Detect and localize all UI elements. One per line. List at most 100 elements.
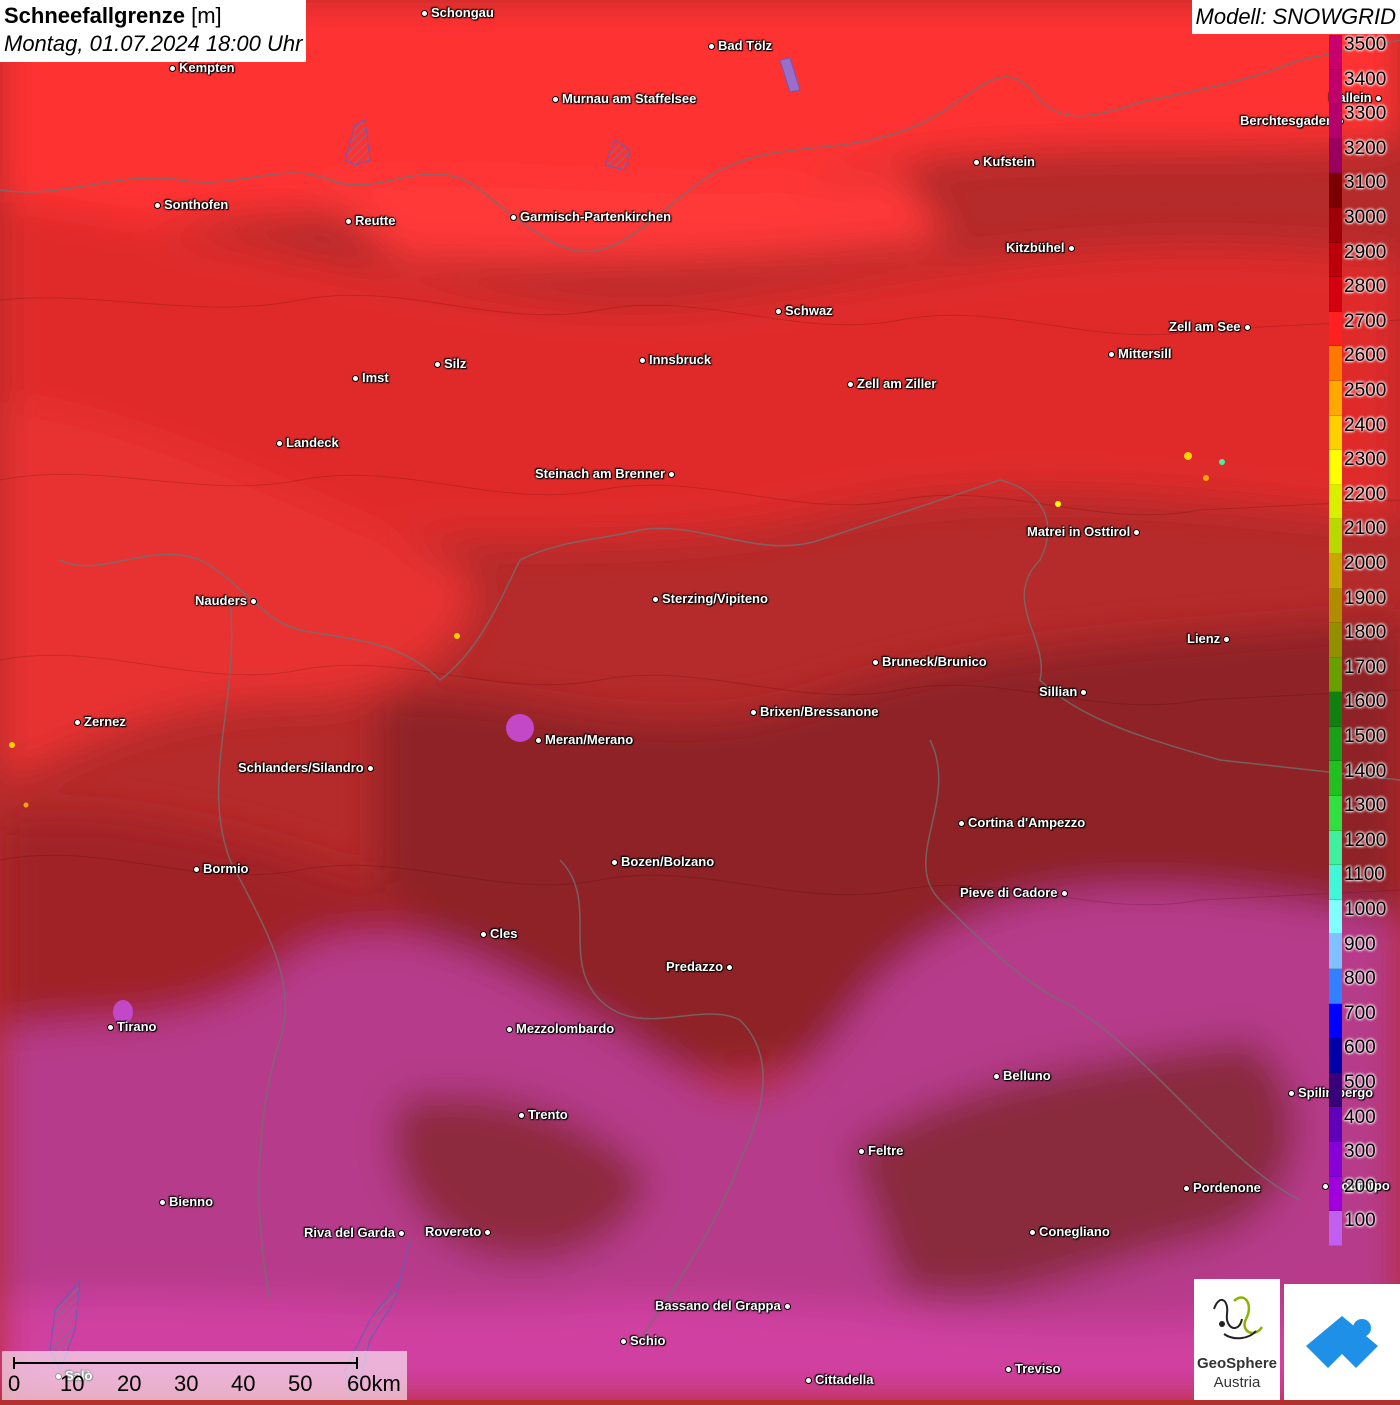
legend-swatch xyxy=(1329,207,1342,243)
city-marker[interactable] xyxy=(344,217,352,225)
city-marker[interactable] xyxy=(366,764,374,772)
city-marker[interactable] xyxy=(774,307,782,315)
city-marker[interactable] xyxy=(783,1302,791,1310)
city-marker[interactable] xyxy=(651,595,659,603)
legend-label: 2900 xyxy=(1344,241,1387,263)
legend-label: 2800 xyxy=(1344,276,1387,298)
legend-label: 100 xyxy=(1344,1210,1376,1232)
scale-label: 20 xyxy=(117,1371,142,1396)
city-marker[interactable] xyxy=(420,9,428,17)
scale-label: 60km xyxy=(347,1371,401,1396)
city-marker[interactable] xyxy=(397,1229,405,1237)
city-marker[interactable] xyxy=(158,1198,166,1206)
city-marker[interactable] xyxy=(871,658,879,666)
city-marker[interactable] xyxy=(1067,244,1075,252)
city-marker[interactable] xyxy=(73,718,81,726)
city-marker[interactable] xyxy=(249,597,257,605)
geosphere-logo-icon xyxy=(1213,1296,1264,1340)
city-label: Kempten xyxy=(179,60,235,75)
map-title-box: Schneefallgrenze [m] Montag, 01.07.2024 … xyxy=(0,0,307,62)
city-marker[interactable] xyxy=(106,1023,114,1031)
legend-label: 1200 xyxy=(1344,829,1387,851)
legend-swatch xyxy=(1329,934,1342,970)
city-label: Tirano xyxy=(117,1019,157,1034)
city-marker[interactable] xyxy=(479,930,487,938)
legend-label: 2300 xyxy=(1344,449,1387,471)
legend-label: 800 xyxy=(1344,968,1376,990)
city-marker[interactable] xyxy=(551,95,559,103)
legend-label: 3200 xyxy=(1344,137,1387,159)
city-marker[interactable] xyxy=(857,1147,865,1155)
geosphere-logo-line1: GeoSphere xyxy=(1196,1355,1278,1372)
legend-label: 2700 xyxy=(1344,310,1387,332)
city-marker[interactable] xyxy=(707,42,715,50)
city-label: Nauders xyxy=(195,593,248,608)
city-marker[interactable] xyxy=(505,1025,513,1033)
scale-label: 10 xyxy=(60,1371,85,1396)
city-marker[interactable] xyxy=(534,736,542,744)
map-title: Schneefallgrenze xyxy=(4,3,185,28)
legend-label: 2000 xyxy=(1344,553,1387,574)
scale-label: 30 xyxy=(174,1371,199,1396)
city-marker[interactable] xyxy=(1004,1365,1012,1373)
city-marker[interactable] xyxy=(667,470,675,478)
city-label: Kufstein xyxy=(983,154,1035,169)
city-marker[interactable] xyxy=(725,963,733,971)
legend-swatch xyxy=(1329,380,1342,416)
city-marker[interactable] xyxy=(638,356,646,364)
legend-label: 2500 xyxy=(1344,380,1387,401)
city-marker[interactable] xyxy=(509,213,517,221)
city-marker[interactable] xyxy=(1243,323,1251,331)
city-label: Reutte xyxy=(355,213,396,228)
city-marker[interactable] xyxy=(153,201,161,209)
city-marker[interactable] xyxy=(610,858,618,866)
legend-swatch xyxy=(1329,277,1342,312)
city-label: Zell am Ziller xyxy=(857,376,937,391)
city-marker[interactable] xyxy=(168,64,176,72)
city-marker[interactable] xyxy=(957,819,965,827)
legend-swatch xyxy=(1329,761,1342,797)
geosphere-logo: GeoSphere Austria xyxy=(1194,1279,1280,1400)
city-marker[interactable] xyxy=(1107,350,1115,358)
legend-label: 1600 xyxy=(1344,691,1387,713)
city-marker[interactable] xyxy=(275,439,283,447)
legend-label: 3500 xyxy=(1344,34,1387,55)
city-marker[interactable] xyxy=(1287,1089,1295,1097)
city-label: Meran/Merano xyxy=(545,732,634,747)
city-marker[interactable] xyxy=(1374,94,1382,102)
legend-swatch xyxy=(1329,69,1342,105)
city-marker[interactable] xyxy=(483,1228,491,1236)
city-marker[interactable] xyxy=(619,1337,627,1345)
city-marker[interactable] xyxy=(1079,688,1087,696)
city-label: Garmisch-Partenkirchen xyxy=(520,209,672,224)
legend-swatch xyxy=(1329,35,1342,70)
city-marker[interactable] xyxy=(433,360,441,368)
city-marker[interactable] xyxy=(1028,1228,1036,1236)
city-marker[interactable] xyxy=(804,1376,812,1384)
legend-label: 700 xyxy=(1344,1002,1376,1024)
legend-swatch xyxy=(1329,484,1342,520)
city-label: Sillian xyxy=(1039,684,1078,699)
city-label: Belluno xyxy=(1003,1068,1051,1083)
legend-swatch xyxy=(1329,1176,1342,1212)
city-label: Pordenone xyxy=(1193,1180,1261,1195)
city-marker[interactable] xyxy=(351,374,359,382)
city-marker[interactable] xyxy=(1060,889,1068,897)
city-marker[interactable] xyxy=(992,1072,1000,1080)
city-marker[interactable] xyxy=(972,158,980,166)
city-marker[interactable] xyxy=(1132,528,1140,536)
legend-label: 1500 xyxy=(1344,726,1387,747)
city-label: Bad Tölz xyxy=(718,38,773,53)
city-marker[interactable] xyxy=(192,865,200,873)
legend-label: 2600 xyxy=(1344,345,1387,367)
city-label: Treviso xyxy=(1015,1361,1061,1376)
city-marker[interactable] xyxy=(846,380,854,388)
city-marker[interactable] xyxy=(1321,1182,1329,1190)
city-marker[interactable] xyxy=(1222,635,1230,643)
city-label: Pieve di Cadore xyxy=(960,885,1058,900)
city-marker[interactable] xyxy=(1182,1184,1190,1192)
city-label: Landeck xyxy=(286,435,339,450)
legend-swatch xyxy=(1329,1142,1342,1177)
city-marker[interactable] xyxy=(749,708,757,716)
city-marker[interactable] xyxy=(517,1111,525,1119)
